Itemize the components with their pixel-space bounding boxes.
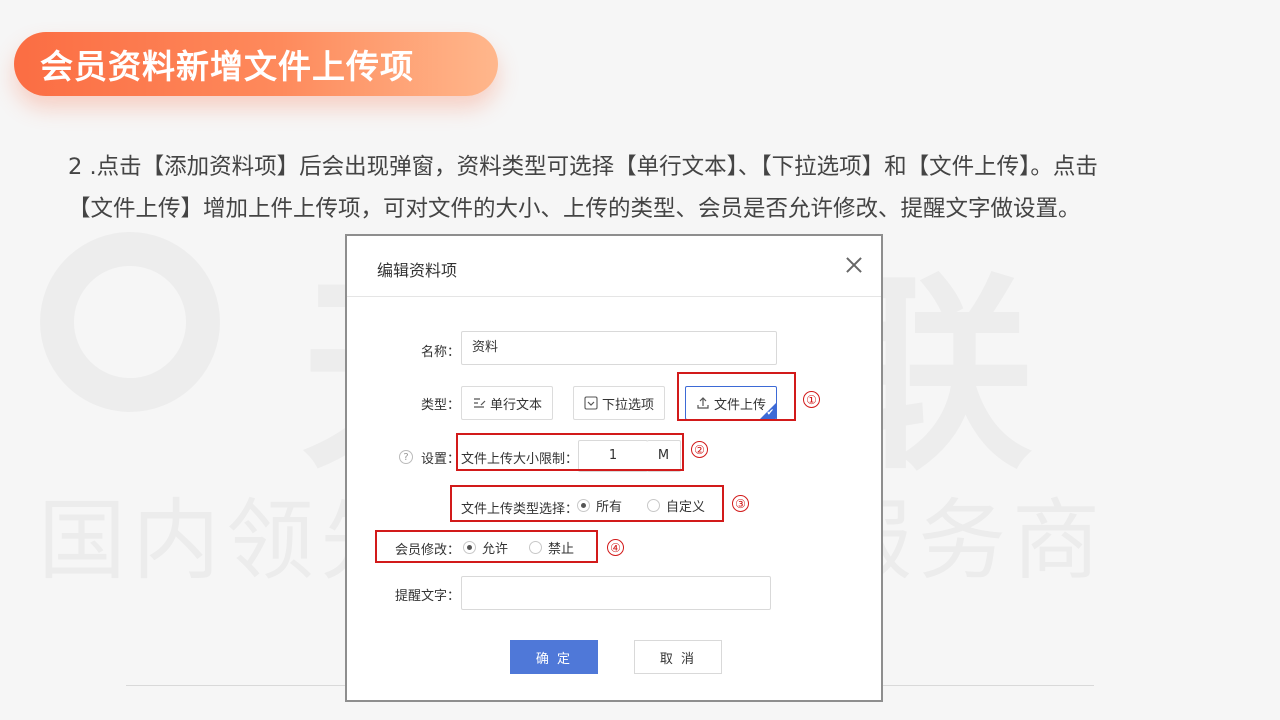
name-input[interactable]: 资料 — [461, 331, 777, 365]
highlight-box-3 — [450, 485, 724, 522]
name-label: 名称： — [421, 345, 461, 360]
annotation-4: ④ — [607, 539, 624, 556]
name-input-value: 资料 — [472, 340, 499, 355]
confirm-button[interactable]: 确 定 — [510, 640, 598, 674]
slide-title: 会员资料新增文件上传项 — [40, 47, 414, 86]
dialog-header: 编辑资料项 — [347, 236, 881, 297]
type-option-label: 单行文本 — [489, 397, 542, 413]
type-option-label: 下拉选项 — [601, 397, 654, 413]
annotation-1: ① — [803, 391, 820, 408]
close-icon[interactable] — [843, 254, 865, 276]
instruction-line-1: 2 .点击【添加资料项】后会出现弹窗，资料类型可选择【单行文本】、【下拉选项】和… — [68, 154, 1098, 180]
annotation-2: ② — [691, 441, 708, 458]
type-option-dropdown[interactable]: 下拉选项 — [573, 386, 665, 420]
highlight-box-1 — [677, 372, 796, 421]
cancel-button[interactable]: 取 消 — [634, 640, 722, 674]
highlight-box-4 — [375, 530, 598, 563]
reminder-label: 提醒文字： — [395, 589, 461, 604]
settings-label: 设置： — [421, 452, 461, 467]
watermark-logo-ring — [40, 232, 220, 412]
help-icon[interactable]: ? — [399, 450, 413, 464]
type-label: 类型： — [421, 398, 461, 413]
instruction-line-2: 【文件上传】增加上件上传项，可对文件的大小、上传的类型、会员是否允许修改、提醒文… — [68, 196, 1081, 222]
annotation-3: ③ — [732, 495, 749, 512]
slide-title-pill: 会员资料新增文件上传项 — [14, 32, 498, 96]
reminder-input[interactable] — [461, 576, 771, 610]
highlight-box-2 — [456, 433, 684, 471]
edit-icon — [473, 398, 486, 408]
type-option-single-line[interactable]: 单行文本 — [461, 386, 553, 420]
dialog-title: 编辑资料项 — [377, 261, 458, 280]
dropdown-box-icon — [584, 396, 598, 410]
instruction-paragraph: 2 .点击【添加资料项】后会出现弹窗，资料类型可选择【单行文本】、【下拉选项】和… — [68, 146, 1218, 230]
